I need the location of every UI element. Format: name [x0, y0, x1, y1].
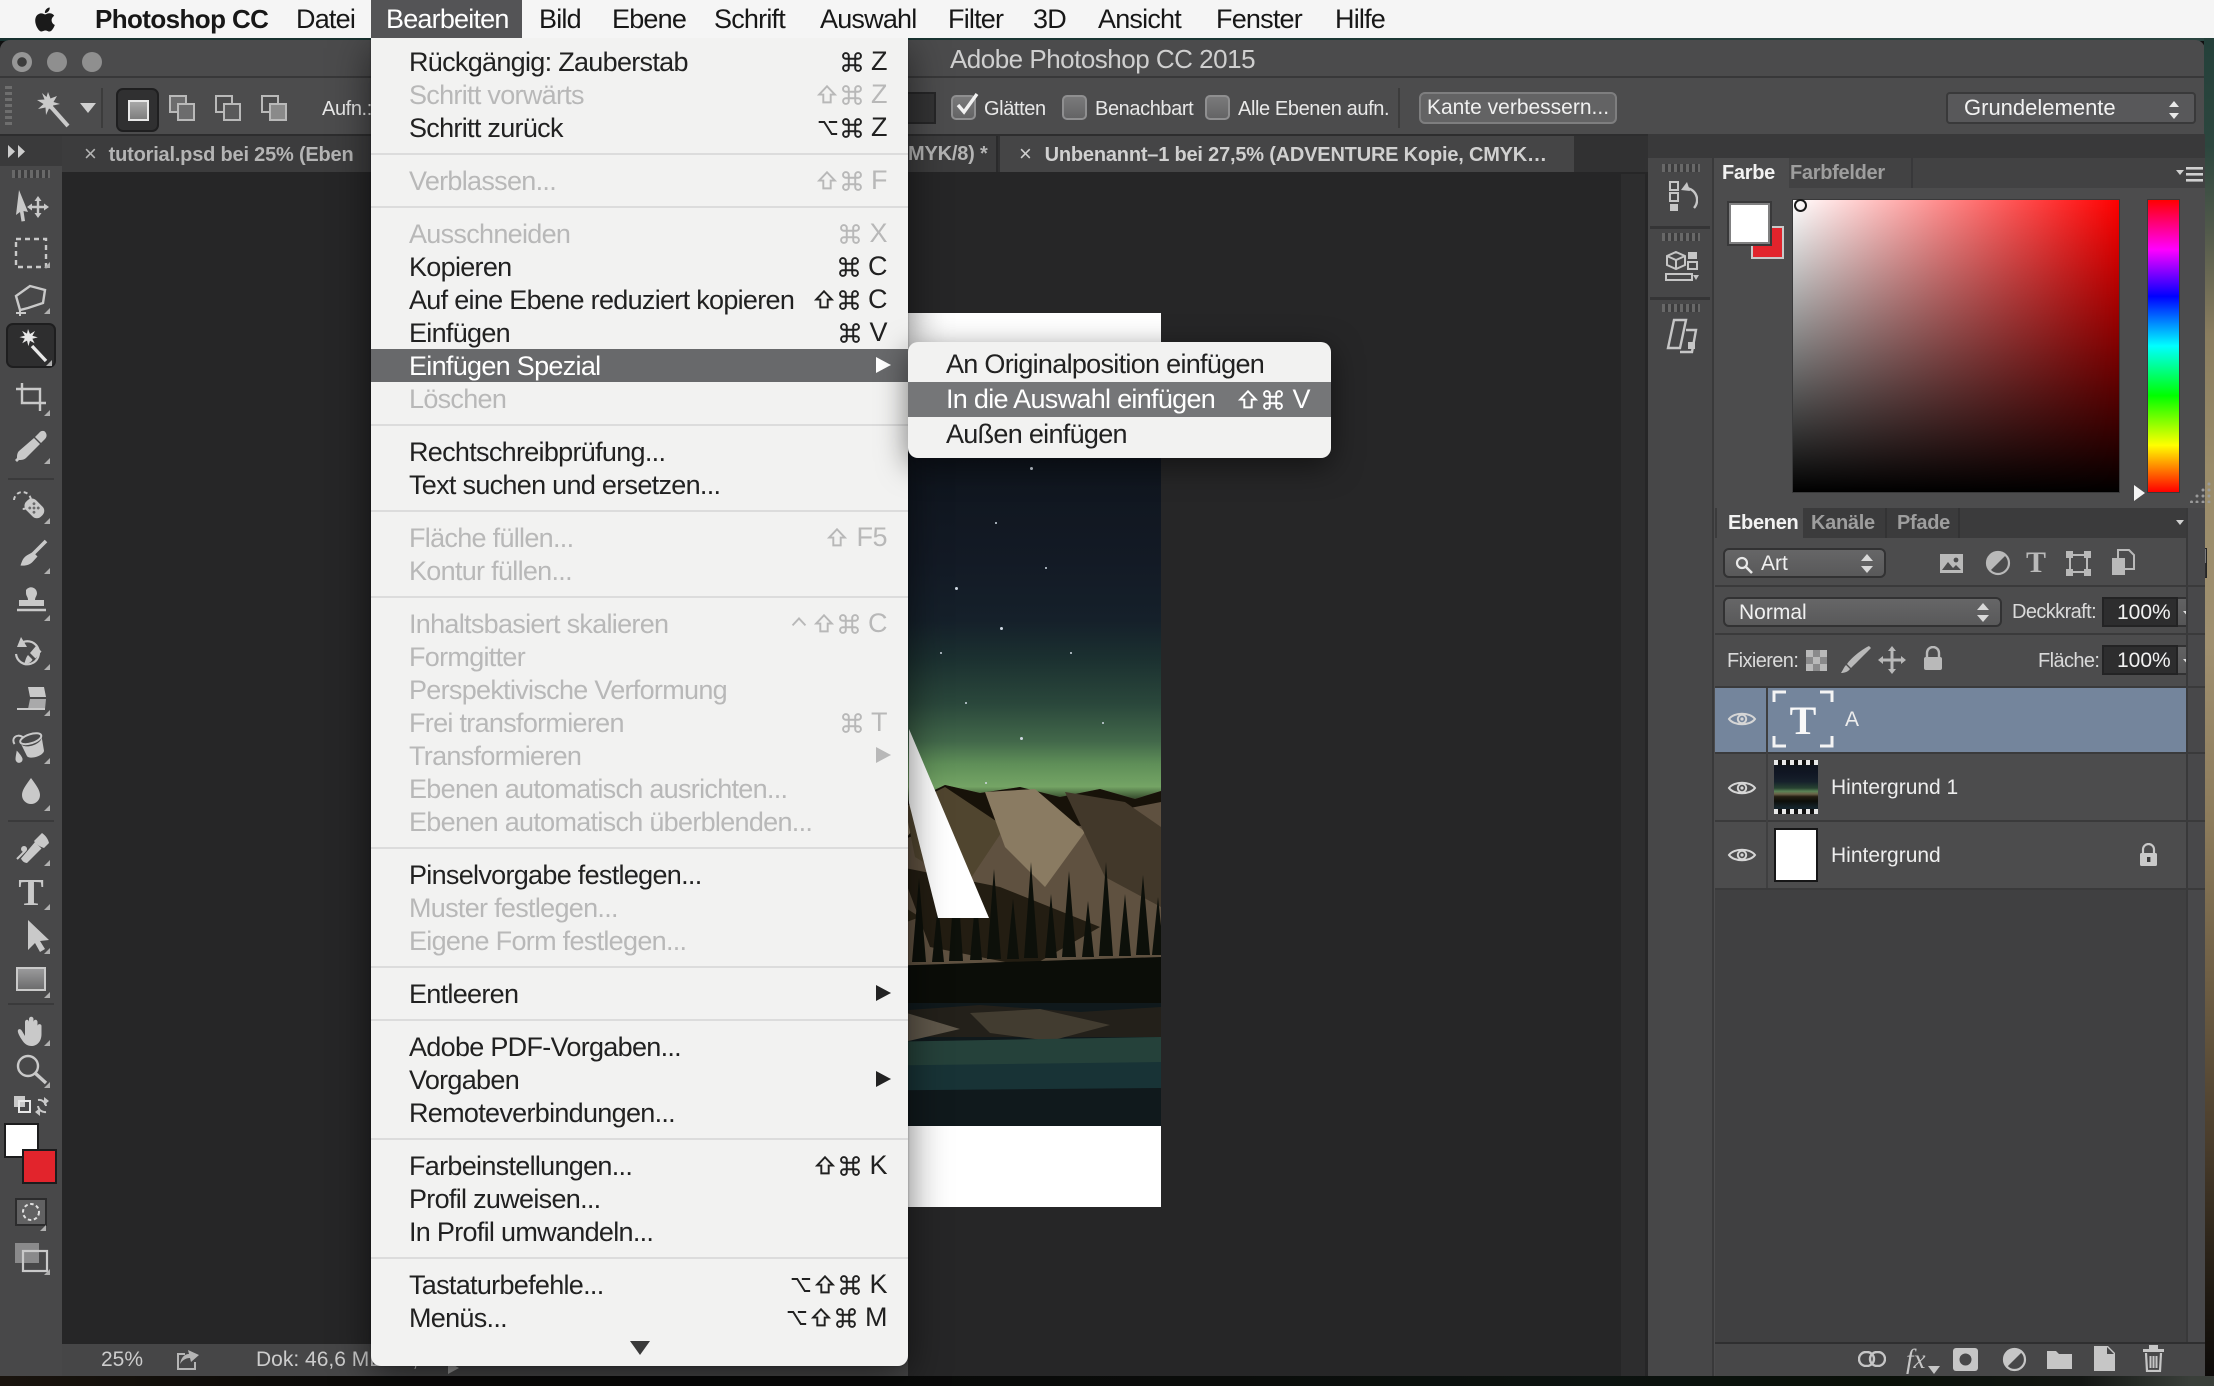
svg-text:T: T [1790, 698, 1817, 743]
svg-text:T: T [18, 872, 43, 914]
